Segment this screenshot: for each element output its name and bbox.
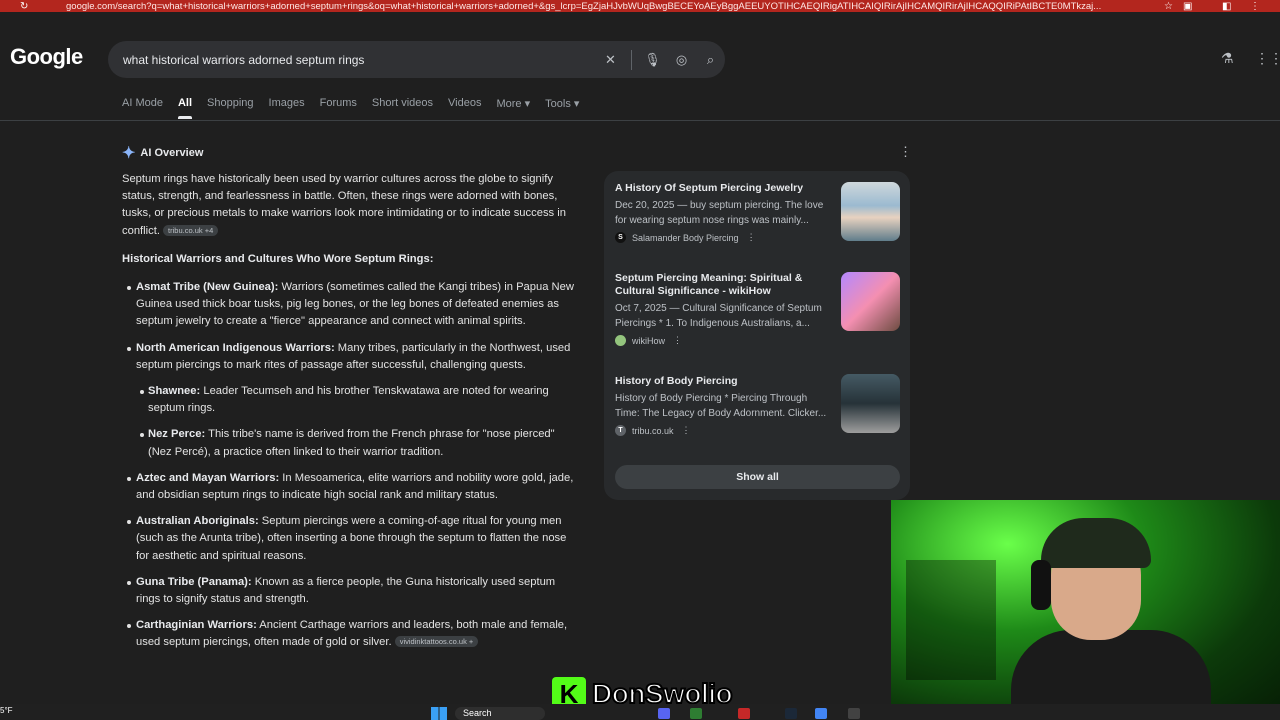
list-item: Carthaginian Warriors: Ancient Carthage …: [127, 617, 580, 651]
tab-short-videos[interactable]: Short videos: [372, 97, 433, 119]
site-name: tribu.co.uk: [632, 425, 674, 436]
search-input[interactable]: what historical warriors adorned septum …: [123, 53, 596, 67]
search-icon[interactable]: ⌕: [696, 52, 725, 68]
steam-icon[interactable]: [785, 708, 797, 719]
streamer-cap: [1041, 518, 1151, 568]
headset-icon: [1031, 560, 1051, 610]
list-item: North American Indigenous Warriors: Many…: [127, 340, 580, 461]
google-logo[interactable]: Google: [10, 44, 83, 70]
url-text[interactable]: google.com/search?q=what+historical+warr…: [66, 1, 1156, 12]
source-site: wikiHow ⋮: [615, 335, 900, 346]
browser-address-bar: ↻ google.com/search?q=what+historical+wa…: [0, 0, 1280, 12]
show-all-button[interactable]: Show all: [615, 465, 900, 489]
weather-temp[interactable]: 5°F: [0, 706, 13, 715]
lens-icon[interactable]: ◎: [667, 52, 696, 68]
warrior-list: Asmat Tribe (New Guinea): Warriors (some…: [122, 279, 580, 652]
item-title: Shawnee:: [148, 385, 201, 398]
tab-ai-mode[interactable]: AI Mode: [122, 97, 163, 119]
bookmark-star-icon[interactable]: ☆: [1164, 1, 1173, 12]
clear-icon[interactable]: ✕: [596, 52, 625, 68]
item-title: Australian Aboriginals:: [136, 515, 259, 528]
chevron-down-icon: ▾: [524, 98, 531, 110]
more-options-icon[interactable]: ⋮: [747, 232, 756, 243]
reload-icon[interactable]: ↻: [20, 1, 34, 12]
tab-more-label: More: [496, 98, 522, 110]
source-title[interactable]: History of Body Piercing: [615, 375, 825, 388]
tab-forums[interactable]: Forums: [320, 97, 357, 119]
list-item: Asmat Tribe (New Guinea): Warriors (some…: [127, 279, 580, 331]
intro-paragraph: Septum rings have historically been used…: [122, 171, 580, 240]
list-item: Guna Tribe (Panama): Known as a fierce p…: [127, 574, 580, 608]
site-name: Salamander Body Piercing: [632, 232, 739, 243]
ai-overview-header: ✦ AI Overview: [122, 143, 203, 163]
app-icon[interactable]: [848, 708, 860, 719]
source-chip[interactable]: tribu.co.uk +4: [163, 224, 219, 236]
chrome-icon[interactable]: [815, 708, 827, 719]
item-title: Nez Perce:: [148, 428, 206, 441]
tab-tools-label: Tools: [545, 98, 571, 110]
background-shelf: [906, 560, 996, 680]
item-title: Carthaginian Warriors:: [136, 619, 257, 632]
taskbar-search[interactable]: Search: [455, 707, 545, 720]
item-text: Leader Tecumseh and his brother Tenskwat…: [148, 385, 549, 415]
section-heading: Historical Warriors and Cultures Who Wor…: [122, 252, 434, 265]
source-snippet: Dec 20, 2025 — buy septum piercing. The …: [615, 200, 824, 226]
ai-overview-content: Septum rings have historically been used…: [122, 171, 580, 661]
item-text: This tribe's name is derived from the Fr…: [148, 428, 555, 458]
search-box[interactable]: what historical warriors adorned septum …: [108, 41, 725, 78]
microphone-icon[interactable]: 🎙: [638, 52, 667, 68]
site-favicon-icon: [615, 335, 626, 346]
list-item: Australian Aboriginals: Septum piercings…: [127, 513, 580, 565]
item-title: Guna Tribe (Panama):: [136, 575, 252, 588]
app-icon[interactable]: [738, 708, 750, 719]
search-tabs: AI Mode All Shopping Images Forums Short…: [122, 97, 594, 119]
menu-icon[interactable]: ⋮: [1250, 1, 1260, 12]
item-title: North American Indigenous Warriors:: [136, 341, 335, 354]
list-item: Aztec and Mayan Warriors: In Mesoamerica…: [127, 470, 580, 504]
taskbar: 5°F Search: [0, 704, 1280, 720]
source-thumbnail[interactable]: [841, 182, 900, 241]
source-title[interactable]: A History Of Septum Piercing Jewelry: [615, 182, 825, 195]
site-favicon-icon: S: [615, 232, 626, 243]
more-options-icon[interactable]: ⋮: [673, 335, 682, 346]
sub-list: Shawnee: Leader Tecumseh and his brother…: [136, 383, 580, 461]
sub-list-item: Shawnee: Leader Tecumseh and his brother…: [140, 383, 580, 417]
tab-all[interactable]: All: [177, 97, 193, 119]
chevron-down-icon: ▾: [573, 98, 580, 110]
sub-list-item: Nez Perce: This tribe's name is derived …: [140, 426, 580, 460]
source-thumbnail[interactable]: [841, 272, 900, 331]
labs-icon[interactable]: ⚗: [1221, 50, 1234, 67]
item-title: Aztec and Mayan Warriors:: [136, 471, 280, 484]
tab-shopping[interactable]: Shopping: [207, 97, 254, 119]
more-options-icon[interactable]: ⋮: [682, 425, 691, 436]
source-chip[interactable]: vividinktattoos.co.uk +: [394, 636, 479, 648]
extension-icon[interactable]: ▣: [1183, 1, 1192, 12]
source-title[interactable]: Septum Piercing Meaning: Spiritual & Cul…: [615, 272, 825, 298]
source-snippet: Oct 7, 2025 — Cultural Significance of S…: [615, 303, 822, 329]
more-options-icon[interactable]: ⋮: [899, 144, 912, 160]
item-title: Asmat Tribe (New Guinea):: [136, 281, 279, 294]
sparkle-icon: ✦: [122, 145, 136, 162]
apps-icon[interactable]: ⋮⋮: [1255, 50, 1280, 67]
app-icon[interactable]: [690, 708, 702, 719]
ai-overview-label: AI Overview: [140, 147, 204, 159]
tab-images[interactable]: Images: [269, 97, 305, 119]
windows-start-icon[interactable]: [431, 707, 447, 720]
profile-icon[interactable]: ◧: [1222, 1, 1231, 12]
tab-videos[interactable]: Videos: [448, 97, 481, 119]
tab-tools[interactable]: Tools ▾: [545, 97, 579, 119]
source-thumbnail[interactable]: [841, 374, 900, 433]
site-name: wikiHow: [632, 335, 666, 346]
site-favicon-icon: T: [615, 425, 626, 436]
webcam-overlay: [891, 500, 1280, 720]
source-snippet: History of Body Piercing * Piercing Thro…: [615, 393, 827, 419]
header-divider: [0, 120, 1280, 121]
sources-panel: A History Of Septum Piercing Jewelry Dec…: [604, 171, 910, 500]
tab-more[interactable]: More ▾: [496, 97, 530, 119]
discord-icon[interactable]: [658, 708, 670, 719]
search-divider: [631, 49, 632, 70]
